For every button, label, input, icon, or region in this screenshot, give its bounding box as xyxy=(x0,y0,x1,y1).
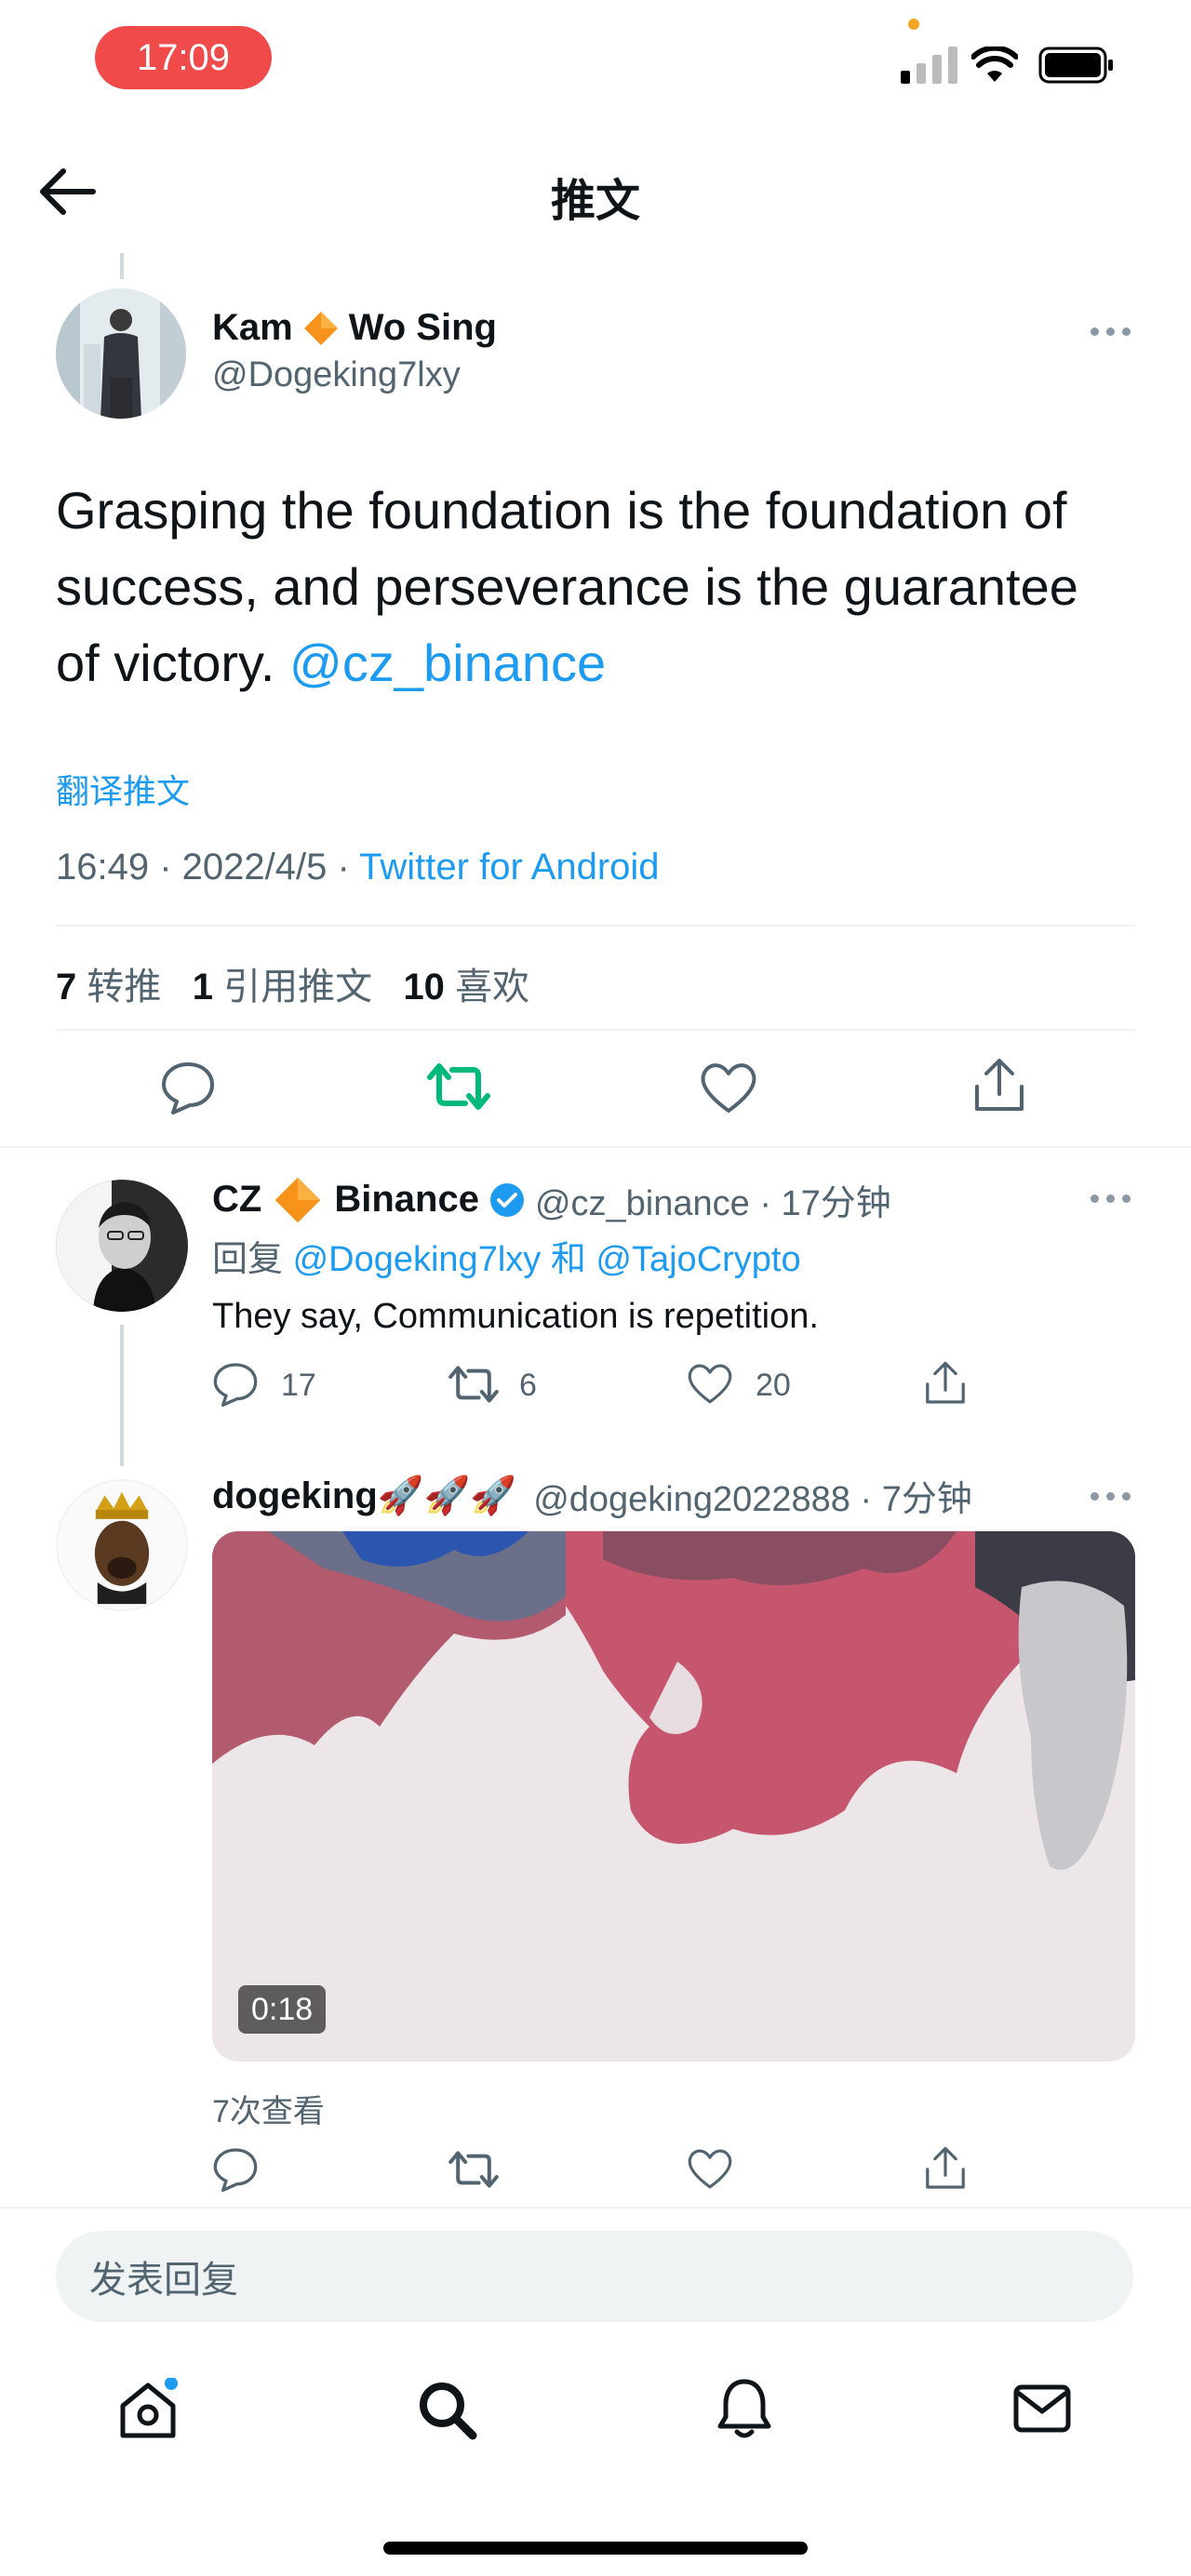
retweet-icon[interactable] xyxy=(426,1059,491,1114)
handle-time: @cz_binance · 17分钟 xyxy=(534,1184,891,1223)
thread-line xyxy=(120,1325,124,1466)
search-icon[interactable] xyxy=(417,2380,478,2441)
like-count: 20 xyxy=(756,1368,791,1403)
display-name-suffix[interactable]: Wo Sing xyxy=(349,307,497,349)
signal-icon xyxy=(901,47,957,84)
status-time: 17:09 xyxy=(95,26,272,89)
reply-to-line: 回复 @Dogeking7lxy 和 @TajoCrypto xyxy=(212,1230,801,1281)
tweet-stats: 7 转推 1 引用推文 10 喜欢 xyxy=(56,956,529,1010)
reply-count: 17 xyxy=(281,1368,316,1403)
divider xyxy=(56,1029,1135,1031)
view-count: 7次查看 xyxy=(212,2094,325,2129)
display-name[interactable]: CZ xyxy=(212,1179,261,1221)
thread-line xyxy=(120,253,124,279)
reply-icon[interactable] xyxy=(160,1059,216,1114)
avatar[interactable] xyxy=(56,1180,188,1312)
reply-text: They say, Communication is repetition. xyxy=(212,1297,819,1336)
mail-icon[interactable] xyxy=(1012,2383,1072,2434)
verified-icon xyxy=(489,1182,524,1217)
display-name[interactable]: dogeking🚀🚀🚀 xyxy=(212,1474,516,1517)
avatar[interactable] xyxy=(56,288,186,419)
share-icon[interactable] xyxy=(923,2145,968,2192)
retweet-icon[interactable] xyxy=(447,1362,501,1407)
more-icon[interactable] xyxy=(1091,327,1131,336)
mention-link[interactable]: @cz_binance xyxy=(289,634,606,692)
video-duration: 0:18 xyxy=(238,1985,327,2034)
tweet-source[interactable]: Twitter for Android xyxy=(359,847,659,888)
like-icon[interactable] xyxy=(687,2147,733,2190)
reply-icon[interactable] xyxy=(212,2145,259,2192)
display-name-suffix[interactable]: Binance xyxy=(334,1179,479,1221)
home-icon[interactable] xyxy=(115,2378,181,2443)
home-indicator xyxy=(383,2542,808,2555)
reply-to-mention[interactable]: @TajoCrypto xyxy=(596,1240,800,1279)
like-icon[interactable] xyxy=(687,1362,733,1405)
likes-stat[interactable]: 10 喜欢 xyxy=(403,967,529,1008)
bell-icon[interactable] xyxy=(715,2376,774,2441)
reply-to-mention[interactable]: @Dogeking7lxy xyxy=(293,1240,542,1279)
like-icon[interactable] xyxy=(700,1061,757,1114)
retweet-count: 6 xyxy=(519,1368,537,1403)
tweet-text: Grasping the foundation is the foundatio… xyxy=(56,473,1126,701)
more-icon[interactable] xyxy=(1091,1492,1131,1501)
tweet-meta: 16:49 · 2022/4/5 · Twitter for Android xyxy=(56,847,660,888)
battery-icon xyxy=(1038,47,1113,84)
retweets-stat[interactable]: 7 转推 xyxy=(56,967,161,1008)
privacy-indicator xyxy=(908,19,919,30)
reply-to-prefix: 回复 xyxy=(212,1240,293,1279)
display-name[interactable]: Kam xyxy=(212,307,293,349)
handle-time: @dogeking2022888 · 7分钟 xyxy=(533,1480,972,1519)
composer-placeholder: 发表回复 xyxy=(89,2260,238,2301)
divider xyxy=(0,1146,1191,1148)
diamond-icon xyxy=(275,1177,321,1222)
more-icon[interactable] xyxy=(1091,1195,1131,1203)
reply-icon[interactable] xyxy=(212,1360,259,1407)
user-handle[interactable]: @Dogeking7lxy xyxy=(212,355,461,395)
share-icon[interactable] xyxy=(971,1057,1027,1114)
divider xyxy=(0,2207,1191,2209)
wifi-icon xyxy=(971,47,1018,82)
video-player[interactable] xyxy=(212,1531,1135,2062)
reply-to-joiner: 和 xyxy=(541,1240,596,1279)
page-title: 推文 xyxy=(550,177,640,226)
avatar[interactable] xyxy=(56,1479,188,1611)
retweet-icon[interactable] xyxy=(447,2147,501,2192)
divider xyxy=(56,925,1135,927)
diamond-icon xyxy=(303,311,338,345)
tweet-timestamp: 16:49 · 2022/4/5 · xyxy=(56,847,360,888)
share-icon[interactable] xyxy=(923,1360,968,1407)
quotes-stat[interactable]: 1 引用推文 xyxy=(193,967,372,1008)
reply-composer-input[interactable]: 发表回复 xyxy=(56,2231,1133,2322)
translate-link[interactable]: 翻译推文 xyxy=(56,765,190,813)
